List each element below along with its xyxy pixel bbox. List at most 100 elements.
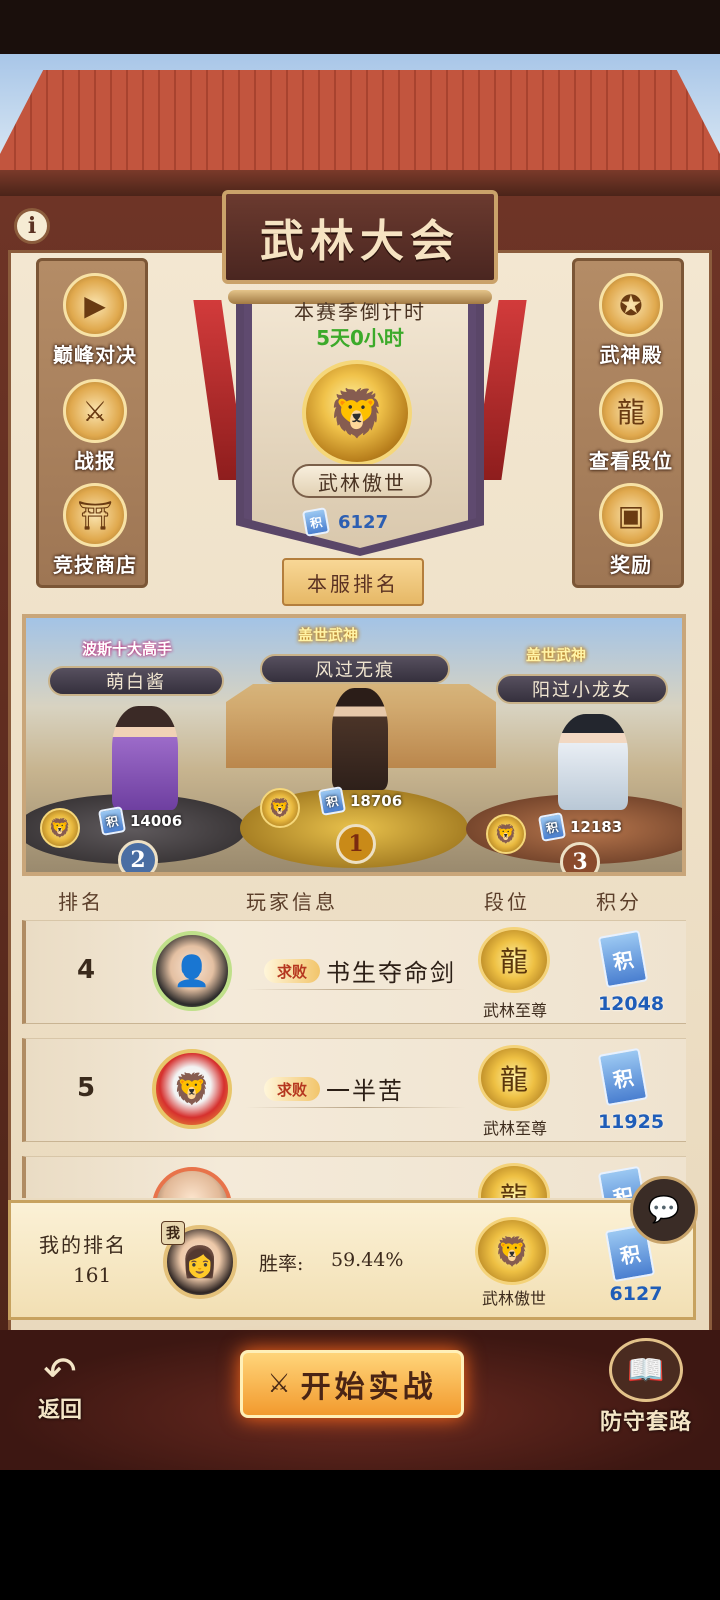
shop-icon: ⛩ xyxy=(63,483,127,547)
crossed-swords-icon: ⚔ xyxy=(267,1369,291,1399)
points-token-icon: 积 xyxy=(97,806,127,836)
start-battle-button[interactable]: ⚔ 开始实战 xyxy=(240,1350,464,1418)
podium-second-tier-icon: 🦁 xyxy=(40,808,80,848)
podium-third-name[interactable]: 阳过小龙女 xyxy=(496,674,668,704)
battle-report-button[interactable]: ⚔ 战报 xyxy=(39,379,151,479)
podium-first-score: 积 18706 xyxy=(317,786,402,816)
podium-second-title: 波斯十大高手 xyxy=(82,640,173,658)
player-name: 书生夺命剑 xyxy=(326,959,456,987)
podium-third-score: 积 12183 xyxy=(537,812,623,842)
divider xyxy=(246,1107,466,1108)
ranking-list[interactable]: 4 👤 求败 书生夺命剑 龍 武林至尊 积 12048 5 🦁 求败 一半苦 龍… xyxy=(22,920,686,1198)
podium-third-tier-icon: 🦁 xyxy=(486,814,526,854)
rewards-label: 奖励 xyxy=(610,553,652,577)
martial-god-hall-button[interactable]: ✪ 武神殿 xyxy=(575,273,687,373)
podium-second-character[interactable] xyxy=(112,706,178,810)
podium-first-tier-icon: 🦁 xyxy=(260,788,300,828)
season-countdown-label: 本赛季倒计时 xyxy=(294,300,426,324)
points-token-icon: 积 xyxy=(317,786,347,816)
crossed-swords-scroll-icon: ⚔ xyxy=(63,379,127,443)
podium-second-name[interactable]: 萌白酱 xyxy=(48,666,224,696)
season-countdown-value: 5天0小时 xyxy=(316,326,404,350)
podium-third-character[interactable] xyxy=(558,714,628,810)
avatar[interactable]: 🦁 xyxy=(152,1049,232,1129)
podium-third-score-value: 12183 xyxy=(570,818,623,836)
lion-tier-emblem-icon[interactable]: 🦁 xyxy=(302,360,412,466)
table-row[interactable]: 5 🦁 求败 一半苦 龍 武林至尊 积 11925 xyxy=(22,1038,686,1142)
hall-badge-icon: ✪ xyxy=(599,273,663,337)
ranking-table-header: 排名 玩家信息 段位 积分 xyxy=(22,880,686,920)
player-name: 一半苦 xyxy=(326,1077,404,1105)
season-score-value: 6127 xyxy=(338,511,389,533)
points-token-icon: 积 xyxy=(597,1047,649,1107)
my-points-value: 6127 xyxy=(609,1283,663,1305)
back-button[interactable]: ↶ 返回 xyxy=(20,1352,100,1432)
header-player: 玩家信息 xyxy=(246,889,338,914)
chest-icon: ▣ xyxy=(599,483,663,547)
right-menu-panel: ✪ 武神殿 龍 查看段位 ▣ 奖励 xyxy=(572,258,684,588)
info-icon[interactable]: i xyxy=(14,208,50,244)
winrate-label: 胜率: xyxy=(259,1253,304,1275)
header-rank: 排名 xyxy=(58,889,104,914)
podium-third-title: 盖世武神 xyxy=(526,646,587,664)
tier-dragon-icon: 龍 xyxy=(478,927,550,993)
title-tag: 求败 xyxy=(264,959,320,983)
tier-label: 武林至尊 xyxy=(482,1001,547,1020)
podium-second-score: 积 14006 xyxy=(97,806,182,836)
current-tier-name: 武林傲世 xyxy=(292,464,432,498)
divider xyxy=(246,989,466,990)
back-label: 返回 xyxy=(37,1397,82,1423)
my-tier-label: 武林傲世 xyxy=(481,1289,546,1308)
rank-badge-first: 1 xyxy=(336,824,376,864)
row-rank: 4 xyxy=(76,955,96,985)
left-menu-panel: ▶ 巅峰对决 ⚔ 战报 ⛩ 竞技商店 xyxy=(36,258,148,588)
bottom-blank-area xyxy=(0,1470,720,1600)
top-three-podium: 波斯十大高手 萌白酱 🦁 积 14006 2 盖世武神 风过无痕 🦁 积 187… xyxy=(22,614,686,876)
play-icon: ▶ xyxy=(63,273,127,337)
row-rank: 5 xyxy=(76,1073,96,1103)
podium-first-name[interactable]: 风过无痕 xyxy=(260,654,450,684)
arena-shop-button[interactable]: ⛩ 竞技商店 xyxy=(39,483,151,583)
me-tag: 我 xyxy=(161,1221,185,1245)
points-value: 12048 xyxy=(597,993,665,1015)
dragon-icon: 龍 xyxy=(599,379,663,443)
avatar[interactable]: 👤 xyxy=(152,931,232,1011)
season-score: 积 6127 xyxy=(301,507,389,537)
points-value: 11925 xyxy=(597,1111,665,1133)
event-title-board: 武林大会 xyxy=(222,190,498,284)
tier-dragon-icon: 龍 xyxy=(478,1045,550,1111)
title-tag: 求败 xyxy=(264,1077,320,1101)
defense-routine-label: 防守套路 xyxy=(599,1409,692,1435)
my-rank-label: 我的排名 xyxy=(39,1233,127,1257)
rank-badge-third: 3 xyxy=(560,842,600,872)
podium-first-character[interactable] xyxy=(332,688,388,790)
my-rank-bar[interactable]: 我的排名 161 👩 我 胜率: 59.44% 🦁 武林傲世 积 6127 xyxy=(8,1200,696,1320)
table-row[interactable]: 龍 积 xyxy=(22,1156,686,1198)
battle-report-label: 战报 xyxy=(74,449,116,473)
arena-shop-label: 竞技商店 xyxy=(53,553,137,577)
defense-routine-button[interactable]: 📖 防守套路 xyxy=(586,1338,706,1438)
chat-bubble-icon[interactable]: 💬 xyxy=(630,1176,698,1244)
view-tier-label: 查看段位 xyxy=(589,449,673,473)
points-token-icon: 积 xyxy=(537,812,567,842)
header-tier: 段位 xyxy=(484,889,530,914)
rank-badge-second: 2 xyxy=(118,840,158,872)
podium-first-title: 盖世武神 xyxy=(298,626,359,644)
header-points: 积分 xyxy=(596,889,642,914)
server-ranking-button[interactable]: 本服排名 xyxy=(282,558,424,606)
points-token-icon: 积 xyxy=(597,929,649,989)
table-row[interactable]: 4 👤 求败 书生夺命剑 龍 武林至尊 积 12048 xyxy=(22,920,686,1024)
view-tier-button[interactable]: 龍 查看段位 xyxy=(575,379,687,479)
rewards-button[interactable]: ▣ 奖励 xyxy=(575,483,687,583)
peak-duel-button[interactable]: ▶ 巅峰对决 xyxy=(39,273,151,373)
martial-god-hall-label: 武神殿 xyxy=(599,343,663,367)
points-token-icon: 积 xyxy=(301,507,331,537)
tier-dragon-icon: 龍 xyxy=(478,1163,550,1198)
avatar[interactable] xyxy=(152,1167,232,1198)
my-rank-value: 161 xyxy=(73,1263,112,1287)
event-title: 武林大会 xyxy=(260,216,460,267)
peak-duel-label: 巅峰对决 xyxy=(53,343,137,367)
start-battle-label: 开始实战 xyxy=(300,1370,437,1405)
my-tier-lion-icon: 🦁 xyxy=(475,1217,549,1285)
back-arrow-icon: ↶ xyxy=(43,1349,77,1395)
